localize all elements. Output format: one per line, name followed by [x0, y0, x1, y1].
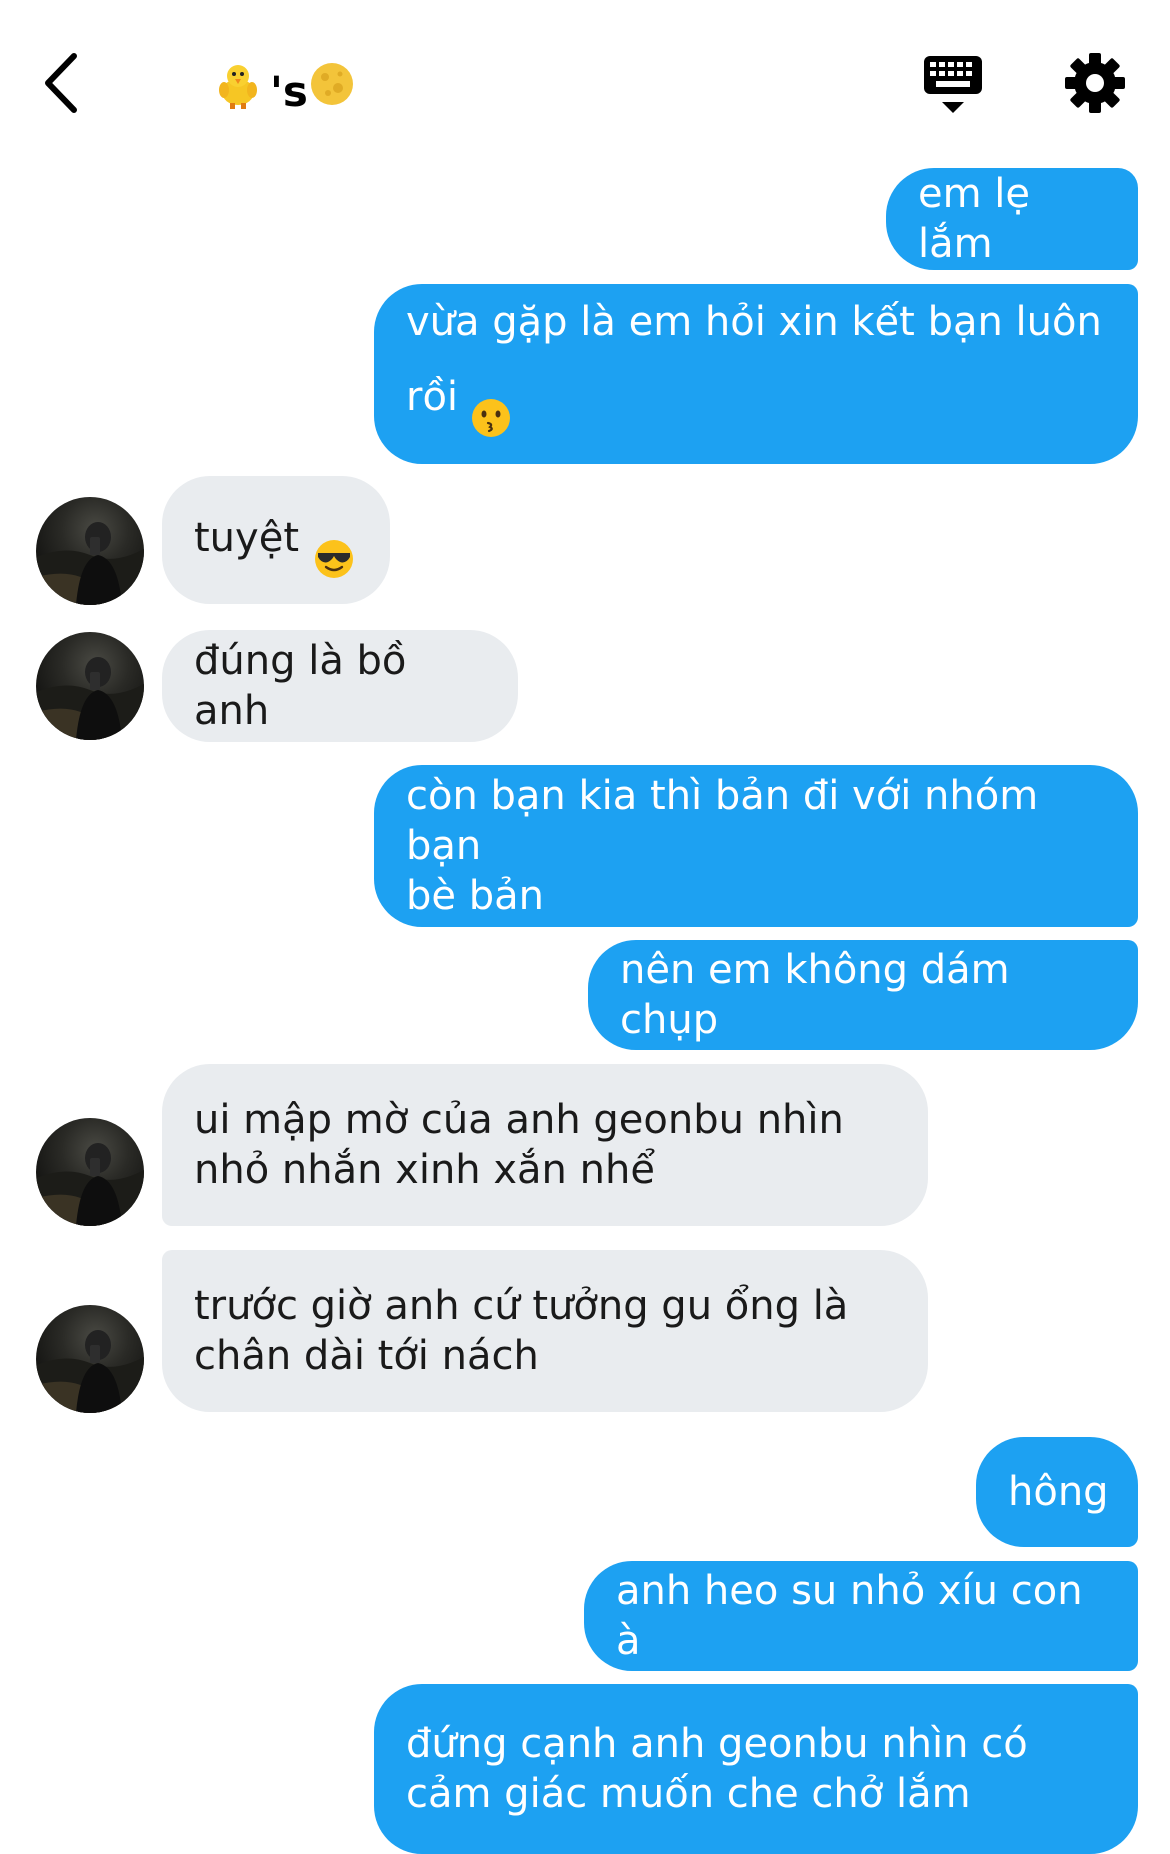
- full-moon-icon: [308, 60, 356, 124]
- avatar[interactable]: [36, 1305, 144, 1413]
- message-text: còn bạn kia thì bản đi với nhóm bạn bè b…: [406, 773, 1039, 919]
- outgoing-message[interactable]: hông: [976, 1437, 1138, 1547]
- message-text: ui mập mờ của anh geonbu nhìn nhỏ nhắn x…: [194, 1097, 844, 1193]
- incoming-message[interactable]: đúng là bồ anh: [162, 630, 518, 742]
- incoming-message[interactable]: trước giờ anh cứ tưởng gu ổng là chân dà…: [162, 1250, 928, 1412]
- incoming-message[interactable]: ui mập mờ của anh geonbu nhìn nhỏ nhắn x…: [162, 1064, 928, 1226]
- sunglasses-face-icon: [313, 488, 355, 592]
- message-text: em lẹ lắm: [918, 171, 1031, 267]
- kissing-face-icon: [470, 347, 512, 451]
- title-suffix: 's: [270, 67, 308, 116]
- outgoing-message[interactable]: nên em không dám chụp: [588, 940, 1138, 1050]
- chevron-left-icon: [45, 53, 77, 113]
- message-text: nên em không dám chụp: [620, 947, 1010, 1043]
- keyboard-hide-icon: [924, 56, 982, 113]
- message-text: đứng cạnh anh geonbu nhìn có cảm giác mu…: [406, 1721, 1028, 1817]
- message-text: anh heo su nhỏ xíu con à: [616, 1568, 1083, 1664]
- avatar[interactable]: [36, 1118, 144, 1226]
- avatar[interactable]: [36, 497, 144, 605]
- message-text: hông: [1008, 1469, 1109, 1515]
- outgoing-message[interactable]: em lẹ lắm: [886, 168, 1138, 270]
- outgoing-message[interactable]: đứng cạnh anh geonbu nhìn có cảm giác mu…: [374, 1684, 1138, 1854]
- settings-button[interactable]: [1062, 50, 1128, 116]
- conversation-title: 's: [212, 58, 356, 126]
- avatar[interactable]: [36, 632, 144, 740]
- outgoing-message[interactable]: vừa gặp là em hỏi xin kết bạn luôn rồi: [374, 284, 1138, 464]
- back-button[interactable]: [38, 48, 88, 118]
- outgoing-message[interactable]: anh heo su nhỏ xíu con à: [584, 1561, 1138, 1671]
- message-text: trước giờ anh cứ tưởng gu ổng là chân dà…: [194, 1283, 849, 1379]
- chat-header: 's: [0, 0, 1170, 165]
- outgoing-message[interactable]: còn bạn kia thì bản đi với nhóm bạn bè b…: [374, 765, 1138, 927]
- message-text: vừa gặp là em hỏi xin kết bạn luôn rồi: [406, 297, 1102, 451]
- keyboard-toggle-button[interactable]: [920, 52, 986, 118]
- message-text: đúng là bồ anh: [194, 638, 407, 734]
- message-text: tuyệt: [194, 488, 355, 592]
- incoming-message[interactable]: tuyệt: [162, 476, 390, 604]
- baby-chick-icon: [212, 58, 264, 126]
- gear-icon: [1065, 53, 1125, 113]
